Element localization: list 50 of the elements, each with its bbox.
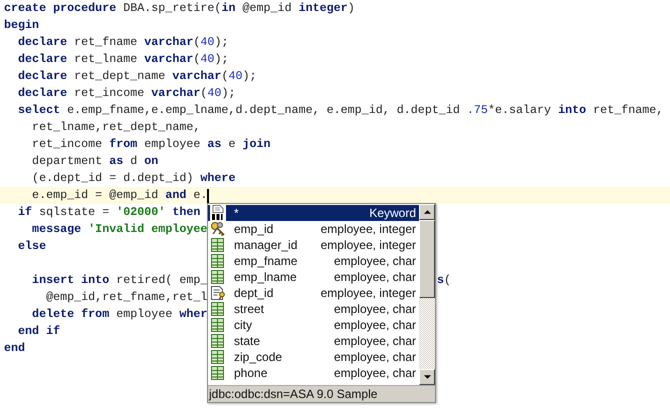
scrollbar-thumb[interactable] (419, 220, 435, 298)
completion-item[interactable]: emp_fname employee, char (208, 253, 419, 269)
text-cursor (207, 188, 210, 202)
code-line: else (17, 238, 46, 255)
code-line: declare ret_lname varchar(40); (17, 51, 228, 68)
completion-item[interactable]: state employee, char (208, 333, 419, 349)
scroll-down-button[interactable] (419, 369, 435, 385)
code-line: ret_lname,ret_dept_name, (31, 119, 200, 136)
column-icon (210, 269, 226, 285)
column-icon (210, 365, 226, 381)
column-icon (210, 333, 226, 349)
code-line: insert into retired( emp_ (31, 272, 208, 289)
code-line: declare ret_dept_name varchar(40); (17, 68, 257, 85)
keys-icon (210, 221, 226, 237)
connection-status: jdbc:odbc:dsn=ASA 9.0 Sample (208, 385, 435, 402)
completion-item[interactable]: emp_lname employee, char (208, 269, 419, 285)
code-line: ret_income from employee as e join (31, 136, 271, 153)
code-line: create procedure DBA.sp_retire(in @emp_id integer) (4, 0, 355, 17)
column-icon (210, 253, 226, 269)
up-arrow-icon (424, 210, 430, 214)
code-line: department as d on (31, 153, 158, 170)
scroll-up-button[interactable] (419, 204, 435, 220)
code-line: declare ret_fname varchar(40); (17, 34, 228, 51)
column-icon (210, 317, 226, 333)
column-icon (210, 301, 226, 317)
column-icon (210, 237, 226, 253)
completion-item[interactable]: phone employee, char (208, 365, 419, 381)
code-line: declare ret_income varchar(40); (17, 85, 236, 102)
code-line: message 'Invalid employee (31, 221, 208, 238)
code-line: end if (17, 323, 60, 340)
code-line: (e.dept_id = d.dept_id) where (31, 170, 236, 187)
completion-item[interactable]: dept_id employee, integer (208, 285, 419, 301)
code-line: if sqlstate = '02000' then (17, 204, 200, 221)
code-line: end (4, 340, 26, 357)
completion-item[interactable]: emp_id employee, integer (208, 221, 419, 237)
column-icon (210, 349, 226, 365)
scrollbar[interactable] (419, 204, 435, 385)
code-line: delete from employee wher (31, 306, 208, 323)
completion-item[interactable]: city employee, char (208, 317, 419, 333)
code-line: s( (437, 272, 452, 289)
code-line: begin (4, 17, 40, 34)
code-line: e.emp_id = @emp_id and e. (31, 187, 208, 204)
code-line: select e.emp_fname,e.emp_lname,d.dept_name, e.emp_id, d.dept_id .75*e.salary into ret_fname, (17, 102, 664, 119)
completion-item[interactable]: manager_id employee, integer (208, 237, 419, 253)
code-line: @emp_id,ret_fname,ret_l (45, 289, 208, 306)
document-key-icon (210, 285, 226, 301)
down-arrow-icon (424, 375, 430, 379)
completion-item[interactable]: street employee, char (208, 301, 419, 317)
completion-item[interactable]: * Keyword (208, 205, 419, 221)
completion-item[interactable]: zip_code employee, char (208, 349, 419, 365)
